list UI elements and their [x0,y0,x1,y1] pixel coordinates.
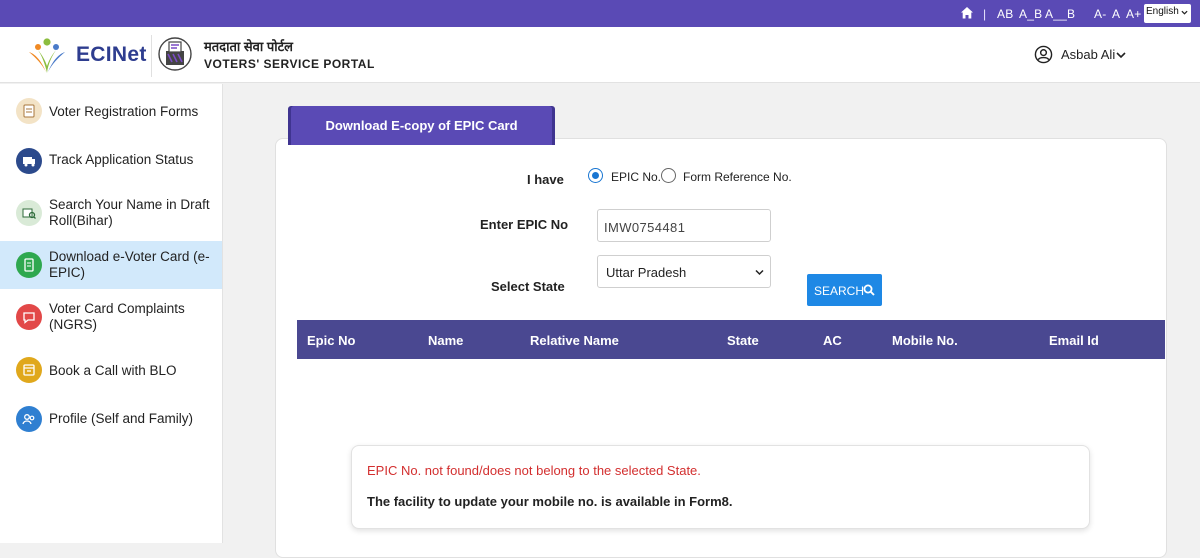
state-label: Select State [491,279,565,294]
home-icon[interactable] [960,6,974,20]
result-alert: EPIC No. not found/does not belong to th… [351,445,1090,529]
roll-search-icon [16,200,42,226]
ballot-box-icon [158,37,192,71]
column-header-epic-no: Epic No [307,333,356,348]
sidebar-item-label: Search Your Name in Draft Roll(Bihar) [49,197,210,228]
sidebar-item-track-application-status[interactable]: Track Application Status [0,136,222,185]
font-option-a--b[interactable]: A__B [1045,7,1075,21]
epic-no-radio-label[interactable]: EPIC No. [611,170,661,184]
epic-no-label: Enter EPIC No [480,217,569,232]
results-table-header: Epic No Name Relative Name State AC Mobi… [297,320,1165,359]
sidebar-item-download-e-voter-card[interactable]: Download e-Voter Card (e-EPIC) [0,241,222,289]
brand-name[interactable]: ECINet [76,43,147,67]
complaint-icon [16,304,42,330]
sidebar-item-voter-registration-forms[interactable]: Voter Registration Forms [0,84,222,136]
state-select[interactable]: Uttar Pradesh [597,255,771,288]
column-header-ac: AC [823,333,842,348]
zoom-increase-button[interactable]: A+ [1126,7,1141,21]
download-card-icon [16,252,42,278]
sidebar-item-label: Profile (Self and Family) [49,411,194,426]
user-name[interactable]: Asbab Ali [1061,47,1115,62]
i-have-label: I have [527,172,564,187]
portal-title-english: VOTERS' SERVICE PORTAL [204,57,375,71]
error-message: EPIC No. not found/does not belong to th… [367,463,701,478]
tab-download-epic[interactable]: Download E-copy of EPIC Card [291,106,552,145]
column-header-state: State [727,333,759,348]
header-divider [151,35,152,77]
site-header: ECINet मतदाता सेवा पोर्टल VOTERS' SERVIC… [0,27,1200,83]
sidebar-item-label: Book a Call with BLO [49,363,177,378]
sidebar-item-profile[interactable]: Profile (Self and Family) [0,394,222,443]
form-icon [16,98,42,124]
language-select[interactable]: English [1144,4,1191,23]
track-icon [16,148,42,174]
sidebar-item-label: Track Application Status [49,152,194,167]
sidebar-item-label: Voter Registration Forms [49,104,199,119]
zoom-decrease-button[interactable]: A- [1094,7,1106,21]
sidebar-item-voter-card-complaints[interactable]: Voter Card Complaints (NGRS) [0,289,222,345]
column-header-name: Name [428,333,464,348]
profile-icon [16,406,42,432]
search-button-label: SEARCH [814,284,865,298]
form-reference-radio-label[interactable]: Form Reference No. [683,170,792,184]
sidebar-item-label: Voter Card Complaints (NGRS) [49,301,185,332]
epic-no-input[interactable]: IMW0754481 [597,209,771,242]
epic-no-radio[interactable] [588,168,603,183]
font-option-ab[interactable]: AB [997,7,1013,21]
chevron-down-icon [1181,10,1188,15]
state-select-value: Uttar Pradesh [606,265,687,280]
chevron-down-icon[interactable] [1116,51,1126,59]
sidebar: Voter Registration Forms Track Applicati… [0,84,223,543]
column-header-mobile-no: Mobile No. [892,333,958,348]
search-button[interactable]: SEARCH [807,274,882,306]
column-header-relative-name: Relative Name [530,333,619,348]
sidebar-item-label: Download e-Voter Card (e-EPIC) [49,249,210,280]
language-value: English [1146,6,1179,17]
form-reference-radio[interactable] [661,168,676,183]
sidebar-item-search-draft-roll[interactable]: Search Your Name in Draft Roll(Bihar) [0,185,222,241]
portal-title-hindi: मतदाता सेवा पोर्टल [204,39,293,54]
chevron-down-icon [755,269,764,276]
eci-logo-icon[interactable] [25,36,69,76]
column-header-email-id: Email Id [1049,333,1099,348]
search-icon [863,284,875,296]
sidebar-item-book-call-blo[interactable]: Book a Call with BLO [0,345,222,394]
info-message: The facility to update your mobile no. i… [367,494,733,509]
top-bar: | AB A_B A__B A- A A+ English [0,0,1200,27]
user-avatar-icon[interactable] [1034,45,1053,64]
topbar-separator: | [983,7,987,21]
zoom-reset-button[interactable]: A [1112,7,1120,21]
call-blo-icon [16,357,42,383]
font-option-a-b[interactable]: A_B [1019,7,1042,21]
